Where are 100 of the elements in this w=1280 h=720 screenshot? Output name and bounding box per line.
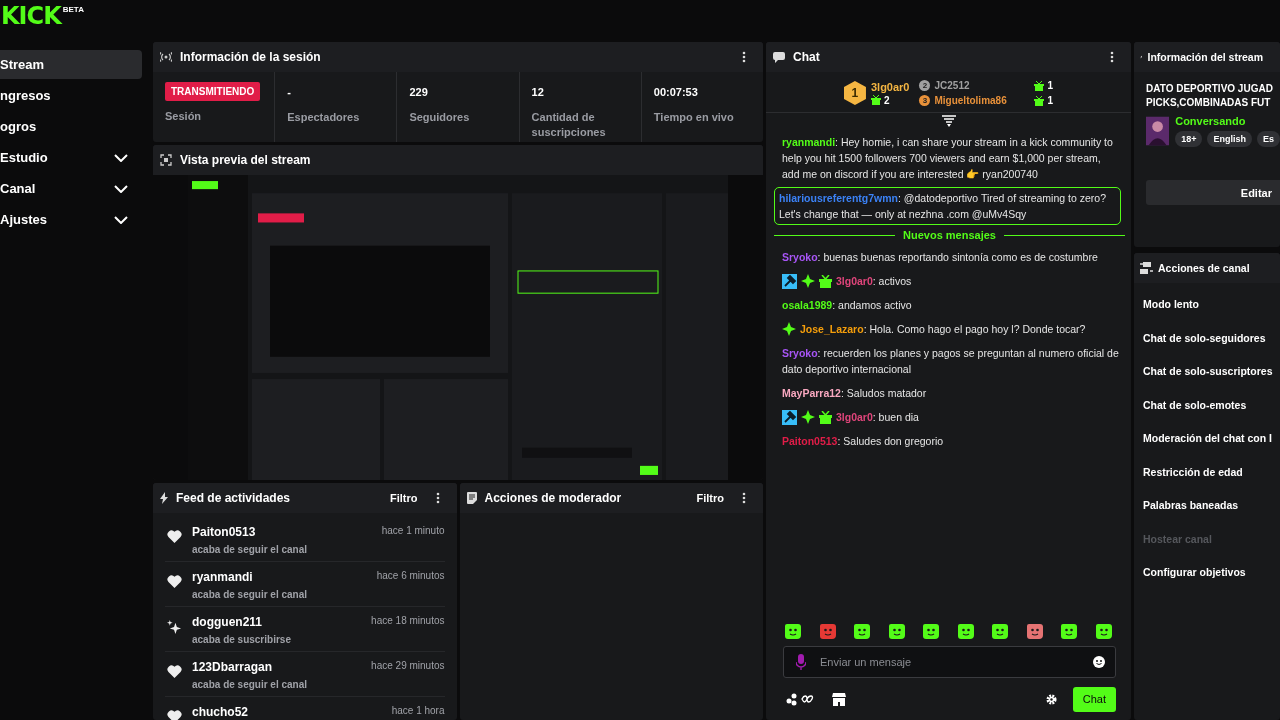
message-field[interactable]: Enviar un mensaje: [783, 646, 1116, 678]
stat-value: 00:07:53: [653, 85, 699, 100]
heart-icon: [167, 710, 182, 720]
stat-value: 12: [531, 85, 545, 100]
emote-icon[interactable]: [991, 622, 1010, 640]
sidebar-item[interactable]: Canal: [0, 174, 142, 203]
stream-title: DATO DEPORTIVO JUGAD: [1146, 82, 1274, 96]
chat-message: Paiton0513: Saludes don gregorio: [782, 434, 944, 449]
rank-badge: 3: [919, 95, 931, 106]
timestamp: hace 6 minutos: [376, 570, 445, 583]
preview-icon: [160, 154, 172, 166]
sidebar-item[interactable]: Estudio: [0, 143, 142, 172]
sidebar-item[interactable]: Stream: [0, 50, 142, 79]
message-input[interactable]: Enviar un mensaje: [818, 655, 1081, 669]
channel-action-item[interactable]: Chat de solo-suscriptores: [1143, 364, 1280, 380]
more-icon[interactable]: [435, 492, 440, 504]
emote-icon[interactable]: [853, 622, 872, 640]
new-messages-divider: Nuevos mensajes: [903, 229, 996, 241]
channel-action-item[interactable]: Modo lento: [1143, 297, 1280, 313]
chat-message: 3lg0ar0: activos: [836, 274, 912, 289]
channel-actions-icon: [1140, 262, 1153, 274]
gift-icon: [1034, 95, 1045, 106]
sidebar-item[interactable]: Ajustes: [0, 205, 142, 234]
sidebar-item[interactable]: ngresos: [0, 81, 142, 110]
chat-bubble-icon: [773, 51, 785, 63]
kick-logo[interactable]: KICK: [1, 0, 61, 32]
filter-button[interactable]: Filtro: [390, 492, 428, 504]
channel-action-item[interactable]: Configurar objetivos: [1143, 565, 1280, 581]
gift-count: 1: [1047, 95, 1054, 106]
more-icon[interactable]: [1110, 51, 1114, 63]
channel-action-item[interactable]: Chat de solo-seguidores: [1143, 330, 1280, 346]
send-button[interactable]: Chat: [1072, 686, 1116, 712]
gift-icon: [1034, 80, 1045, 91]
panel-title: Vista previa del stream: [180, 153, 311, 167]
chat-message: osala1989: andamos activo: [782, 298, 912, 313]
category-link[interactable]: Conversando: [1175, 115, 1280, 127]
username[interactable]: chucho52: [192, 705, 248, 719]
activity-text: acaba de seguir el canal: [192, 589, 309, 600]
tag[interactable]: Es: [1257, 131, 1280, 147]
collapse-icon[interactable]: [941, 115, 956, 127]
username[interactable]: JC2512: [934, 80, 1031, 91]
chat-message: Sryoko: recuerden los planes y pagos se preguntan al numero oficial de dato deportivo internacional: [782, 346, 1119, 377]
heart-icon: [167, 575, 182, 588]
heart-icon: [167, 530, 182, 543]
timestamp: hace 18 minutos: [371, 615, 445, 628]
store-icon[interactable]: [832, 692, 846, 706]
emote-icon[interactable]: [1025, 622, 1044, 640]
broadcast-icon: [160, 52, 172, 62]
points-icon[interactable]: [786, 692, 816, 706]
rank-badge: 1: [843, 81, 866, 105]
emote-icon[interactable]: [922, 622, 941, 640]
channel-action-item[interactable]: Palabras baneadas: [1143, 498, 1280, 514]
chat-message: hilariousreferentg7wmn: @datodeportivo Tired of streaming to zero? Let's change that — only at nezhna .com @uMv4Sqy: [779, 191, 1107, 222]
more-icon[interactable]: [742, 51, 746, 63]
settings-icon[interactable]: [1045, 693, 1057, 705]
chat-message: Jose_Lazaro: Hola. Como hago el pago hoy l? Donde tocar?: [800, 322, 1086, 337]
more-icon[interactable]: [742, 492, 746, 504]
stat-label: Tiempo en vivo: [653, 110, 735, 125]
sparkle-badge-icon: [782, 322, 796, 336]
hammer-badge-icon: [782, 409, 797, 425]
username[interactable]: Paiton0513: [192, 525, 256, 539]
username[interactable]: 123Dbarragan: [192, 660, 273, 674]
timestamp: hace 29 minutos: [371, 660, 445, 673]
activity-text: acaba de seguir el canal: [192, 544, 309, 555]
panel-title: Chat: [793, 50, 820, 64]
emoji-icon[interactable]: [1093, 656, 1105, 668]
username[interactable]: dogguen211: [192, 615, 262, 629]
gift-count: 2: [883, 94, 890, 106]
stat-label: Seguidores: [409, 110, 471, 125]
sparkle-icon: [167, 620, 182, 635]
channel-action-item[interactable]: Moderación del chat con I: [1143, 431, 1280, 447]
stream-title: PICKS,COMBINADAS FUT: [1146, 96, 1272, 110]
emote-icon[interactable]: [784, 622, 802, 640]
chat-message: MayParra12: Saludos matador: [782, 386, 927, 401]
username[interactable]: Migueltolima86: [934, 95, 1031, 106]
stat-label: Sesión: [165, 109, 203, 124]
username[interactable]: ryanmandi: [192, 570, 253, 584]
microphone-icon: [796, 654, 806, 670]
emote-icon[interactable]: [1060, 622, 1079, 640]
channel-action-item[interactable]: Chat de solo-emotes: [1143, 397, 1280, 413]
tag[interactable]: 18+: [1175, 131, 1203, 147]
activity-text: acaba de suscribirse: [192, 634, 292, 645]
emote-icon[interactable]: [1094, 622, 1113, 640]
chat-message: Sryoko: buenas buenas reportando sintonía como es de costumbre: [782, 250, 1098, 265]
edit-button[interactable]: Editar: [1146, 180, 1280, 205]
stat-value: -: [287, 85, 292, 100]
username[interactable]: 3lg0ar0: [870, 80, 910, 93]
rank-badge: 2: [919, 80, 931, 91]
emote-icon[interactable]: [887, 622, 906, 640]
timestamp: hace 1 minuto: [381, 525, 445, 538]
tag[interactable]: English: [1207, 131, 1252, 147]
filter-button[interactable]: Filtro: [696, 492, 734, 504]
sidebar-item[interactable]: ogros: [0, 112, 142, 141]
sparkle-badge-icon: [801, 274, 815, 288]
emote-icon[interactable]: [956, 622, 975, 640]
gift-icon: [870, 95, 881, 105]
panel-title: Acciones de moderador: [484, 491, 622, 505]
timestamp: hace 1 hora: [391, 705, 445, 718]
channel-action-item[interactable]: Restricción de edad: [1143, 464, 1280, 480]
sparkle-badge-icon: [801, 410, 815, 424]
